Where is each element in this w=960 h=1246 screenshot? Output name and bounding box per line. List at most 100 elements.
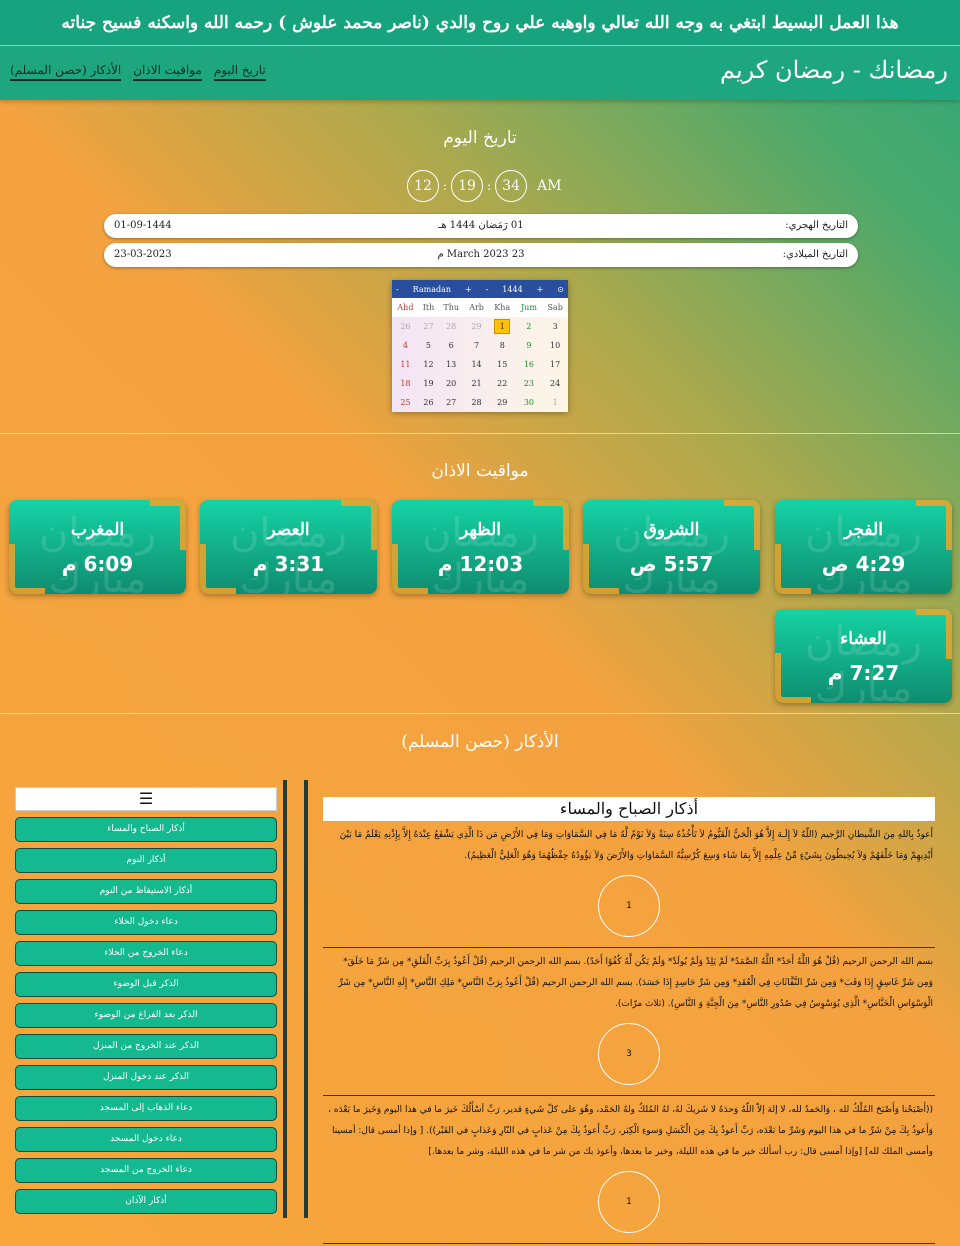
calendar-day[interactable]: 18: [392, 374, 419, 393]
calendar-day[interactable]: 26: [419, 393, 438, 412]
zikr-text: ((أَصْبَحْنا وَأَصْبَحَ المُلْكُ لله ، و…: [328, 1105, 933, 1157]
calendar-year[interactable]: 1444: [502, 285, 522, 294]
gregorian-date-numeric: 23-03-2023: [114, 249, 172, 260]
calendar-day[interactable]: 15: [489, 355, 516, 374]
weekday-header: Ith: [422, 303, 435, 312]
calendar-day[interactable]: 16: [516, 355, 543, 374]
zikr-counter-button[interactable]: 3: [598, 1023, 660, 1085]
clock-seconds: 34: [495, 170, 528, 202]
prayer-name: المغرب: [70, 520, 125, 540]
calendar-day[interactable]: 28: [438, 317, 464, 336]
adhkar-menu-item[interactable]: الذكر قبل الوضوء: [15, 972, 277, 997]
calendar-day[interactable]: 7: [464, 336, 489, 355]
weekday-header: Jum: [520, 303, 537, 312]
adhkar-menu-item[interactable]: دعاء الذهاب إلى المسجد: [15, 1096, 277, 1121]
calendar-day[interactable]: 29: [489, 393, 516, 412]
adhkar-menu-item[interactable]: أذكار الآذان: [15, 1189, 277, 1214]
calendar-day[interactable]: 19: [419, 374, 438, 393]
adhkar-menu-item[interactable]: دعاء الخروج من المسجد: [15, 1158, 277, 1183]
content-divider-bar: [304, 780, 308, 1218]
calendar-day[interactable]: 27: [419, 317, 438, 336]
prayer-card: رمضان مبارك الفجر 4:29 ص: [775, 500, 952, 594]
calendar-day[interactable]: 25: [392, 393, 419, 412]
weekday-header: Sab: [547, 303, 563, 312]
adhkar-menu-item[interactable]: الذكر عند دخول المنزل: [15, 1065, 277, 1090]
calendar-prev-month-button[interactable]: -: [396, 285, 399, 294]
adhkar-menu: أذكار الصباح والمساء أذكار النوم أذكار الا…: [15, 817, 277, 1214]
calendar-settings-icon[interactable]: ⊙: [557, 285, 564, 294]
calendar-day[interactable]: 9: [516, 336, 543, 355]
calendar-prev-year-button[interactable]: -: [486, 285, 489, 294]
calendar-day[interactable]: 17: [542, 355, 568, 374]
calendar-day[interactable]: 27: [438, 393, 464, 412]
nav-link-prayer-times[interactable]: مواقيت الاذان: [133, 63, 202, 81]
prayer-section-title: مواقيت الاذان: [431, 461, 529, 481]
weekday-header: Arb: [469, 303, 484, 312]
calendar-next-month-button[interactable]: +: [465, 285, 472, 294]
calendar-day[interactable]: 22: [489, 374, 516, 393]
weekday-header: Kha: [494, 303, 511, 312]
adhkar-menu-item[interactable]: الذكر بعد الفراغ من الوضوء: [15, 1003, 277, 1028]
hijri-date-bar: التاريخ الهجري: 01 رَمَضان 1444 هـ 01-09…: [104, 214, 858, 238]
zikr-item: بسم الله الرحمن الرحيم (قُلْ هُوَ اللَّه…: [323, 948, 935, 1096]
calendar-day[interactable]: 1: [542, 393, 568, 412]
adhkar-menu-item[interactable]: أذكار الصباح والمساء: [15, 817, 277, 842]
prayer-card: رمضان مبارك الشروق 5:57 ص: [583, 500, 760, 594]
gregorian-date-bar: التاريخ الميلادي: 23 March 2023 م 23-03-…: [104, 243, 858, 267]
zikr-counter-button[interactable]: 1: [598, 1171, 660, 1233]
prayer-time: 6:09 م: [61, 552, 134, 576]
weekday-header: Thu: [443, 303, 459, 312]
calendar-day[interactable]: 12: [419, 355, 438, 374]
adhkar-menu-item[interactable]: دعاء دخول المسجد: [15, 1127, 277, 1152]
calendar-header: - Ramadan + - 1444 + ⊙: [392, 280, 568, 298]
calendar-next-year-button[interactable]: +: [537, 285, 544, 294]
calendar-day[interactable]: 23: [516, 374, 543, 393]
prayer-card: رمضان مبارك العشاء 7:27 م: [775, 609, 952, 703]
calendar-day[interactable]: 5: [419, 336, 438, 355]
adhkar-menu-item[interactable]: أذكار النوم: [15, 848, 277, 873]
adhkar-menu-item[interactable]: أذكار الاستيقاظ من النوم: [15, 879, 277, 904]
calendar-day[interactable]: 4: [392, 336, 419, 355]
sidebar-scrollbar[interactable]: [283, 780, 287, 1218]
adhkar-menu-item[interactable]: الذكر عند الخروج من المنزل: [15, 1034, 277, 1059]
nav-link-adhkar[interactable]: الأذكار (حصن المسلم): [10, 63, 122, 81]
today-section-title: تاريخ اليوم: [443, 128, 517, 148]
calendar-day[interactable]: 24: [542, 374, 568, 393]
calendar-day[interactable]: 21: [464, 374, 489, 393]
site-brand[interactable]: رمضانك - رمضان كريم: [720, 56, 948, 84]
calendar-day[interactable]: 28: [464, 393, 489, 412]
calendar-day[interactable]: 14: [464, 355, 489, 374]
navbar: رمضانك - رمضان كريم تاريخ اليوم مواقيت ا…: [0, 46, 960, 100]
zikr-counter-button[interactable]: 1: [598, 875, 660, 937]
calendar-day[interactable]: 2: [516, 317, 543, 336]
adhkar-content-title: أذكار الصباح والمساء: [323, 797, 935, 821]
calendar-month[interactable]: Ramadan: [413, 285, 451, 294]
prayer-time: 4:29 ص: [821, 552, 906, 576]
calendar-day[interactable]: 13: [438, 355, 464, 374]
prayer-card: رمضان مبارك العصر 3:31 م: [200, 500, 377, 594]
clock-hours: 12: [407, 170, 439, 202]
nav-links: تاريخ اليوم مواقيت الاذان الأذكار (حصن ا…: [10, 63, 266, 81]
prayer-name: الفجر: [844, 520, 883, 540]
adhkar-menu-item[interactable]: دعاء الخروج من الخلاء: [15, 941, 277, 966]
hamburger-menu-icon[interactable]: ☰: [15, 787, 277, 811]
calendar-day[interactable]: 26: [392, 317, 419, 336]
calendar-day[interactable]: 3: [542, 317, 568, 336]
hijri-date-numeric: 01-09-1444: [114, 220, 172, 231]
adhkar-menu-item[interactable]: دعاء دخول الخلاء: [15, 910, 277, 935]
calendar-day[interactable]: 20: [438, 374, 464, 393]
prayer-time: 7:27 م: [827, 661, 900, 685]
calendar-day[interactable]: 11: [392, 355, 419, 374]
nav-link-today[interactable]: تاريخ اليوم: [213, 63, 266, 81]
calendar-day[interactable]: 30: [516, 393, 543, 412]
calendar-day[interactable]: 8: [489, 336, 516, 355]
calendar-day[interactable]: 10: [542, 336, 568, 355]
calendar-day[interactable]: 6: [438, 336, 464, 355]
section-divider: [0, 433, 960, 434]
zikr-text: بسم الله الرحمن الرحيم (قُلْ هُوَ اللَّه…: [338, 957, 933, 1009]
prayer-name: الظهر: [459, 520, 502, 540]
adhkar-content: أذكار الصباح والمساء أَعوذُ بِاللهِ مِنَ…: [323, 797, 935, 1244]
digital-clock: 12 : 19 : 34 AM: [407, 170, 562, 202]
calendar-day[interactable]: 29: [464, 317, 489, 336]
calendar-day[interactable]: 1: [489, 317, 516, 336]
